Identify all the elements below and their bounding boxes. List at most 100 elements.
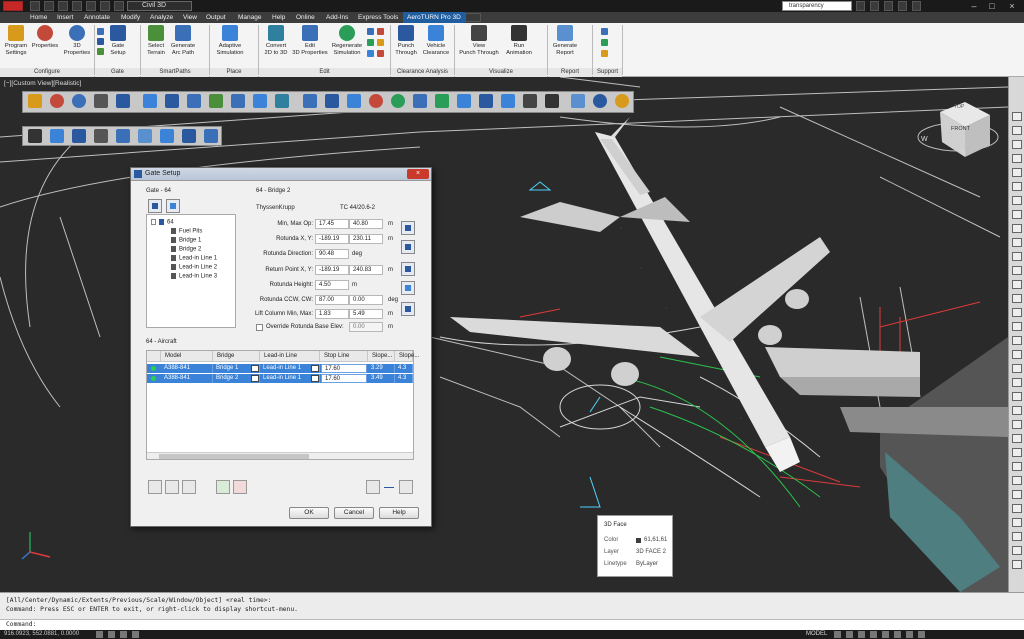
minimize-icon[interactable]: – <box>966 0 982 12</box>
aircraft-icon[interactable] <box>435 94 449 108</box>
view-punch-icon[interactable] <box>523 94 537 108</box>
palette-tool-icon[interactable] <box>1012 364 1022 373</box>
palette-tool-icon[interactable] <box>1012 518 1022 527</box>
tab-online[interactable]: Online <box>296 12 315 23</box>
palette-tool-icon[interactable] <box>1012 154 1022 163</box>
vehicle-icon[interactable] <box>94 94 108 108</box>
maximize-icon[interactable]: □ <box>984 0 1000 12</box>
tree-node-lead-in-line-3[interactable]: Lead-in Line 3 <box>171 273 217 280</box>
edit-tool-icon[interactable] <box>377 28 384 35</box>
isolate-icon[interactable] <box>882 631 889 638</box>
report-icon[interactable] <box>116 129 130 143</box>
grid-header-model[interactable]: Model <box>161 351 213 362</box>
viewport-label[interactable]: [−][Custom View][Realistic] <box>4 80 81 87</box>
gate-icon[interactable] <box>143 94 157 108</box>
palette-tool-icon[interactable] <box>1012 294 1022 303</box>
grid-header-bridge[interactable]: Bridge <box>213 351 260 362</box>
grid-header-stop-line[interactable]: Stop Line <box>320 351 368 362</box>
close-icon[interactable]: × <box>1004 0 1020 12</box>
table-row[interactable]: A388-841 Bridge 2 Lead-in Line 1 17.60 3… <box>147 374 413 383</box>
scroll-thumb[interactable] <box>159 454 309 459</box>
3d-properties-button[interactable]: 3D Properties <box>62 25 92 56</box>
run-animation-button[interactable]: Run Animation <box>503 25 535 56</box>
edit-tool-icon[interactable] <box>367 50 374 57</box>
help-icon[interactable] <box>912 1 921 11</box>
tab-home[interactable]: Home <box>30 12 47 23</box>
aircraft-icon[interactable] <box>116 94 130 108</box>
cancel-button[interactable]: Cancel <box>334 507 374 519</box>
pick-angles-button[interactable] <box>401 302 415 316</box>
chevron-down-icon[interactable] <box>311 365 319 372</box>
palette-tool-icon[interactable] <box>1012 434 1022 443</box>
min-op-field[interactable]: 17.45 <box>315 219 349 229</box>
aircraft-icon[interactable] <box>160 129 174 143</box>
return-point-x-field[interactable]: -189.19 <box>315 265 349 275</box>
palette-tool-icon[interactable] <box>1012 420 1022 429</box>
workspace-select[interactable]: Civil 3D <box>127 1 192 11</box>
lock-icon[interactable] <box>870 631 877 638</box>
aircraft-icon[interactable] <box>325 94 339 108</box>
add-aircraft-icon[interactable] <box>148 480 162 494</box>
add-gate-button[interactable] <box>148 199 162 213</box>
edit-gate-button[interactable] <box>166 199 180 213</box>
pick-height-button[interactable] <box>401 281 415 295</box>
3d-palette-icon[interactable] <box>72 94 86 108</box>
vehicle-clearance-icon[interactable] <box>501 94 515 108</box>
palette-tool-icon[interactable] <box>1012 448 1022 457</box>
palette-tool-icon[interactable] <box>1012 266 1022 275</box>
palette-tool-icon[interactable] <box>1012 126 1022 135</box>
gate-tool-icon[interactable] <box>97 28 104 35</box>
tab-express-tools[interactable]: Express Tools <box>358 12 398 23</box>
tree-node-bridge-1[interactable]: Bridge 1 <box>171 237 201 244</box>
new-icon[interactable] <box>30 1 40 11</box>
vehicle-clearance-button[interactable]: Vehicle Clearance <box>421 25 451 56</box>
edit-tool-icon[interactable] <box>377 39 384 46</box>
ok-button[interactable]: OK <box>289 507 329 519</box>
select-terrain-button[interactable]: Select Terrain <box>143 25 169 56</box>
search-icon[interactable] <box>856 1 865 11</box>
hardware-icon[interactable] <box>894 631 901 638</box>
palette-tool-icon[interactable] <box>1012 378 1022 387</box>
grid-header-slope-2[interactable]: Slope... <box>395 351 419 362</box>
terrain-icon[interactable] <box>209 94 223 108</box>
tab-help[interactable]: Help <box>272 12 285 23</box>
row-slope-2[interactable]: 4.3 <box>395 374 413 383</box>
tab-manage[interactable]: Manage <box>238 12 262 23</box>
chevron-down-icon[interactable] <box>251 365 259 372</box>
palette-tool-icon[interactable] <box>1012 406 1022 415</box>
help-button[interactable]: Help <box>379 507 419 519</box>
tree-node-gate[interactable]: 64 <box>151 219 174 226</box>
tab-analyze[interactable]: Analyze <box>150 12 173 23</box>
palette-tool-icon[interactable] <box>1012 280 1022 289</box>
user-icon[interactable] <box>870 1 879 11</box>
undo-icon[interactable] <box>100 1 110 11</box>
export-aircraft-icon[interactable] <box>233 480 247 494</box>
pick-stop-line-icon[interactable] <box>366 480 380 494</box>
palette-tool-icon[interactable] <box>1012 238 1022 247</box>
document-icon[interactable] <box>138 129 152 143</box>
model-space-toggle[interactable]: MODEL <box>806 631 827 637</box>
simulation-icon[interactable] <box>253 94 267 108</box>
regenerate-icon[interactable] <box>391 94 405 108</box>
moon-icon[interactable] <box>615 94 629 108</box>
move-aircraft-icon[interactable] <box>165 480 179 494</box>
adaptive-simulation-button[interactable]: Adaptive Simulation <box>212 25 248 56</box>
tree-node-fuel-pits[interactable]: Fuel Pits <box>171 228 202 235</box>
app-logo-icon[interactable] <box>3 1 23 11</box>
aircraft-icon[interactable] <box>457 94 471 108</box>
palette-tool-icon[interactable] <box>1012 168 1022 177</box>
chevron-down-icon[interactable] <box>251 375 259 382</box>
grid-header-lead-in[interactable]: Lead-in Line <box>260 351 320 362</box>
palette-tool-icon[interactable] <box>1012 182 1022 191</box>
delete-aircraft-icon[interactable] <box>182 480 196 494</box>
help-icon[interactable] <box>593 94 607 108</box>
report-icon[interactable] <box>571 94 585 108</box>
pick-rotunda-button[interactable] <box>401 240 415 254</box>
palette-tool-icon[interactable] <box>1012 462 1022 471</box>
palette-tool-icon[interactable] <box>1012 490 1022 499</box>
palette-tool-icon[interactable] <box>1012 322 1022 331</box>
properties-button[interactable]: Properties <box>31 25 59 50</box>
palette-tool-icon[interactable] <box>1012 196 1022 205</box>
palette-tool-icon[interactable] <box>1012 392 1022 401</box>
return-point-y-field[interactable]: 240.83 <box>349 265 383 275</box>
